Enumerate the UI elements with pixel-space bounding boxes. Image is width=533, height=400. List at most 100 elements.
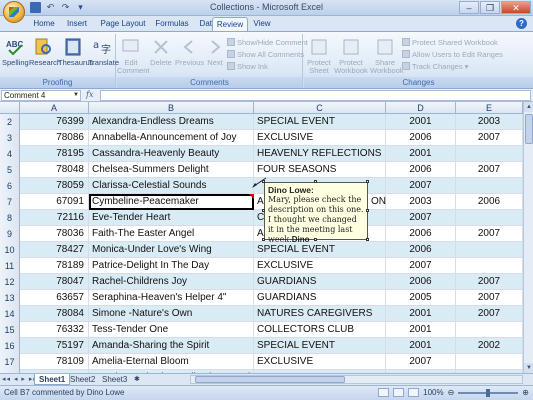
cell-col-c[interactable]: EXCLUSIVE [254,354,386,370]
cell-col-e[interactable]: 2003 [456,114,523,130]
comment-box[interactable]: Dino Lowe: Mary, please check the descri… [264,182,368,244]
show-all-comments-button[interactable]: Show All Comments [227,50,304,60]
horizontal-scroll-thumb[interactable] [195,376,345,383]
cell-col-a[interactable]: 78109 [20,354,89,370]
cell-col-e[interactable]: 2007 [456,274,523,290]
column-header-d[interactable]: D [386,102,456,114]
zoom-level[interactable]: 100% [423,388,443,397]
cell-col-c[interactable]: EXCLUSIVE [254,258,386,274]
cell-col-e[interactable] [456,354,523,370]
spelling-button[interactable]: ABC Spelling [2,37,29,67]
show-ink-button[interactable]: Show Ink [227,62,268,72]
cell-col-b[interactable]: Rachel-Childrens Joy [89,274,254,290]
row-header[interactable]: 2 [0,114,20,130]
share-workbook-button[interactable]: Share Workbook [370,37,404,75]
resize-handle[interactable] [366,209,369,212]
translate-button[interactable]: a字 Translate [88,37,119,67]
horizontal-scrollbar[interactable] [190,375,523,384]
row-header[interactable]: 9 [0,226,20,242]
cell-col-b[interactable]: Amanda-Sharing the Spirit [89,338,254,354]
protect-shared-workbook-button[interactable]: Protect Shared Workbook [402,38,498,48]
zoom-in-icon[interactable]: ⊕ [522,388,529,397]
insert-function-icon[interactable]: fx [86,90,93,99]
cell-col-d[interactable]: 2003 [386,194,456,210]
cell-col-c[interactable]: FOUR SEASONS [254,162,386,178]
cell-col-b[interactable]: Patrice-Delight In The Day [89,258,254,274]
row-header[interactable]: 8 [0,210,20,226]
cell-col-b[interactable]: Annabella-Announcement of Joy [89,130,254,146]
cell-col-c[interactable]: GUARDIANS [254,290,386,306]
cell-col-e[interactable]: 2006 [456,194,523,210]
cell-col-d[interactable]: 2001 [386,322,456,338]
formula-input[interactable] [100,90,531,101]
row-header[interactable]: 16 [0,338,20,354]
cell-col-a[interactable]: 78048 [20,162,89,178]
sheet-tab-sheet2[interactable]: Sheet2 [66,374,99,385]
cell-col-e[interactable] [456,178,523,194]
cell-col-d[interactable]: 2001 [386,146,456,162]
cell-col-b[interactable]: Clarissa-Celestial Sounds [89,178,254,194]
cell-col-d[interactable]: 2007 [386,210,456,226]
cell-col-e[interactable]: 2007 [456,226,523,242]
allow-users-edit-ranges-button[interactable]: Allow Users to Edit Ranges [402,50,503,60]
name-box[interactable]: Comment 4 ▼ [1,90,81,101]
normal-view-button[interactable] [378,388,390,397]
cell-col-b[interactable]: Seraphina-Heaven's Helper 4" [89,290,254,306]
cell-col-b[interactable]: Tess-Tender One [89,322,254,338]
next-comment-button[interactable]: Next [205,37,225,67]
cell-col-a[interactable]: 67091 [20,194,89,210]
cell-col-a[interactable]: 78189 [20,258,89,274]
show-hide-comment-button[interactable]: Show/Hide Comment [227,38,308,48]
row-header[interactable]: 3 [0,130,20,146]
cell-col-d[interactable]: 2001 [386,114,456,130]
tab-home[interactable]: Home [30,17,58,31]
row-header[interactable]: 17 [0,354,20,370]
cell-col-a[interactable]: 63657 [20,290,89,306]
cell-col-e[interactable]: 2007 [456,130,523,146]
cell-col-a[interactable]: 76332 [20,322,89,338]
cell-col-e[interactable]: 2007 [456,162,523,178]
tab-insert[interactable]: Insert [62,17,92,31]
select-all-corner[interactable] [0,102,20,114]
cell-col-e[interactable] [456,258,523,274]
protect-sheet-button[interactable]: Protect Sheet [306,37,332,75]
resize-handle[interactable] [366,180,369,183]
cell-col-b[interactable]: Monica-Under Love's Wing [89,242,254,258]
cell-col-e[interactable]: 2002 [456,338,523,354]
cell-col-d[interactable]: 2007 [386,258,456,274]
cell-col-c[interactable]: EXCLUSIVE [254,130,386,146]
minimize-button[interactable]: – [459,1,479,14]
resize-handle[interactable] [314,180,317,183]
column-header-c[interactable]: C [254,102,386,114]
cell-col-d[interactable]: 2001 [386,306,456,322]
cell-col-a[interactable]: 78195 [20,146,89,162]
cell-col-b[interactable]: Eve-Tender Heart [89,210,254,226]
cell-col-d[interactable]: 2006 [386,162,456,178]
cell-col-a[interactable]: 78059 [20,178,89,194]
cell-col-c[interactable]: SPECIAL EVENT [254,338,386,354]
previous-comment-button[interactable]: Previous [175,37,204,67]
cell-col-b[interactable]: Amelia-Eternal Bloom [89,354,254,370]
cell-col-a[interactable]: 72116 [20,210,89,226]
delete-comment-button[interactable]: Delete [149,37,173,67]
resize-handle[interactable] [262,238,265,241]
scroll-down-icon[interactable]: ▼ [524,363,533,373]
cell-col-e[interactable] [456,322,523,338]
cell-col-d[interactable]: 2007 [386,178,456,194]
zoom-slider[interactable] [458,388,519,397]
tab-review[interactable]: Review [212,17,248,31]
thesaurus-button[interactable]: Thesaurus [58,37,93,67]
column-header-a[interactable]: A [20,102,89,114]
protect-workbook-button[interactable]: Protect Workbook [334,37,368,75]
cell-col-d[interactable]: 2005 [386,290,456,306]
cell-col-b[interactable]: Cymbeline-Peacemaker [89,194,254,210]
help-icon[interactable]: ? [516,18,527,29]
cell-col-d[interactable]: 2001 [386,338,456,354]
cell-col-d[interactable]: 2006 [386,274,456,290]
insert-sheet-icon[interactable]: ✱ [130,374,144,385]
vertical-scrollbar[interactable]: ▲ ▼ [523,102,533,373]
row-header[interactable]: 12 [0,274,20,290]
cell-col-a[interactable]: 75197 [20,338,89,354]
cell-col-c[interactable]: NATURES CAREGIVERS [254,306,386,322]
cell-col-a[interactable]: 78084 [20,306,89,322]
